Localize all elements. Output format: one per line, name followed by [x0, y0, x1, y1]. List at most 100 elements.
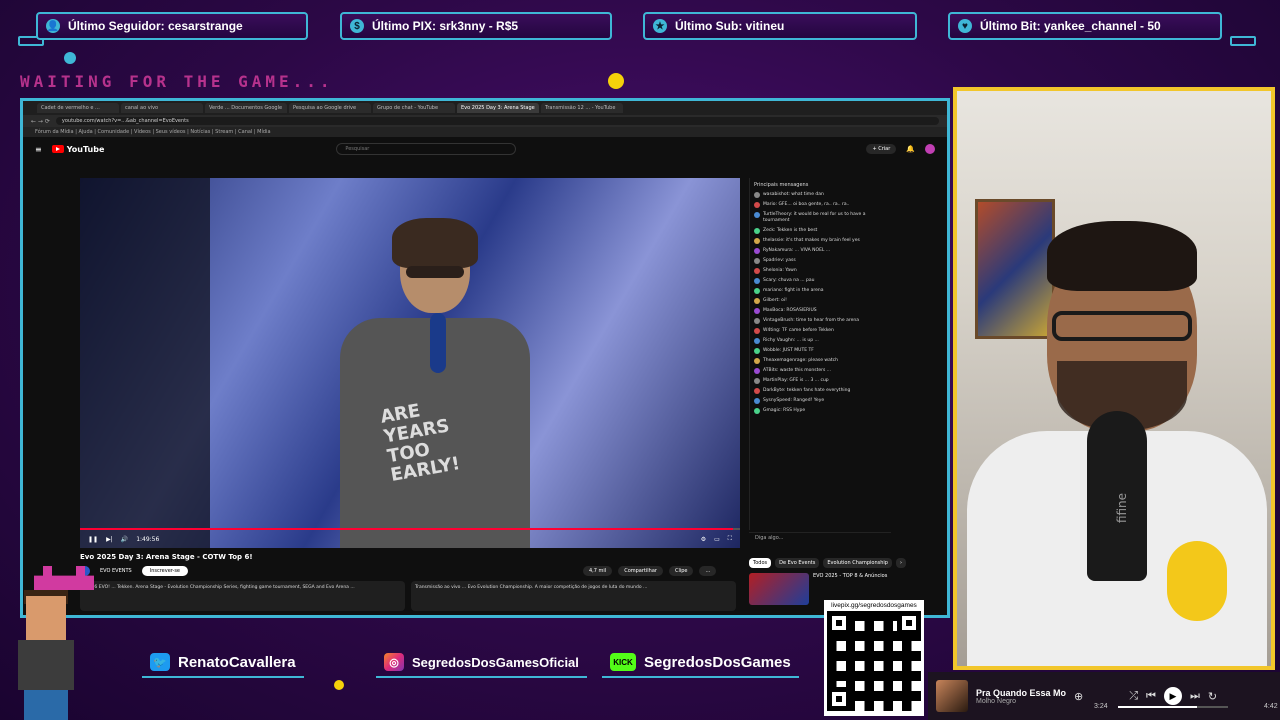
subscribe-button[interactable]: Inscrever-se: [141, 566, 189, 576]
chat-text: Theaxemagenrage: please watch: [763, 357, 838, 363]
chat-avatar: [754, 257, 760, 264]
track-progress[interactable]: [1118, 706, 1228, 708]
video-actions: 4,7 mil Compartilhar Clipe ...: [583, 566, 717, 576]
channel-name[interactable]: EVO EVENTS: [100, 568, 132, 574]
album-art: [936, 680, 968, 712]
channel-row: EVO EVENTS Inscrever-se: [80, 566, 189, 576]
youtube-logo[interactable]: YouTube: [51, 145, 104, 154]
chat-header[interactable]: Principais mensagens: [754, 182, 887, 188]
chat-avatar: [754, 327, 760, 334]
next-icon[interactable]: ⏭: [1190, 690, 1200, 703]
add-icon[interactable]: ⊕: [1074, 690, 1083, 703]
clip-button[interactable]: Clipe: [668, 566, 694, 576]
settings-icon[interactable]: ⚙: [701, 536, 706, 543]
person-icon: 👤: [46, 19, 60, 33]
video-progress[interactable]: [80, 528, 740, 530]
theater-icon[interactable]: ▭: [714, 536, 720, 543]
menu-icon[interactable]: ≡: [35, 145, 42, 154]
like-button[interactable]: 4,7 mil: [583, 566, 613, 576]
chat-text: RyNakamura: ... VIVA NOEL ...: [763, 247, 831, 253]
chat-message: TurtleTheory: it would be real for us to…: [754, 212, 887, 224]
tab-strip: Cadet de vermelho e ... canal ao vivo Ve…: [23, 101, 947, 115]
chat-message: thelassie: it's that makes my brain feel…: [754, 237, 887, 244]
chat-avatar: [754, 277, 760, 284]
chat-avatar: [754, 407, 760, 414]
alert-follower-text: Último Seguidor: cesarstrange: [68, 19, 243, 33]
dollar-icon: $: [350, 19, 364, 33]
yellow-dot-small: [334, 680, 344, 690]
fullscreen-icon[interactable]: ⛶: [728, 535, 732, 543]
heart-icon: ♥: [958, 19, 972, 33]
search-input[interactable]: Pesquisar: [336, 143, 517, 155]
streamer-hair: [1047, 221, 1197, 291]
youtube-header: ≡ YouTube Pesquisar + Criar 🔔: [23, 137, 947, 161]
pixel-body: [18, 640, 74, 690]
social-instagram: ◎ SegredosDosGamesOficial: [376, 648, 587, 678]
chat-message: MartinPlay: GFE is ... 3 ... cup: [754, 377, 887, 384]
chat-text: MartinPlay: GFE is ... 3 ... cup: [763, 377, 829, 383]
chip-championship[interactable]: Evolution Championship: [823, 558, 892, 568]
chat-message: ATBits: waste this monsters ...: [754, 367, 887, 374]
chip-all[interactable]: Todos: [749, 558, 772, 568]
alert-bit-text: Último Bit: yankee_channel - 50: [980, 19, 1161, 33]
bell-icon[interactable]: 🔔: [906, 145, 915, 153]
space-invader-icon: [34, 566, 94, 590]
browser-tab[interactable]: canal ao vivo: [121, 103, 203, 113]
speaker-glasses: [406, 266, 464, 278]
browser-tab[interactable]: Cadet de vermelho e ...: [37, 103, 119, 113]
chat-avatar: [754, 287, 760, 294]
blue-dot: [64, 52, 76, 64]
description-box-2[interactable]: Transmissão ao vivo ... Evo Evolution Ch…: [411, 581, 736, 611]
mic-brand: fifine: [1115, 492, 1130, 524]
chat-avatar: [754, 237, 760, 244]
chat-message: Scary: chuva na ... pau: [754, 277, 887, 284]
chat-message: Gmagic: RSS Hype: [754, 407, 887, 414]
chat-text: ATBits: waste this monsters ...: [763, 367, 832, 373]
social-twitter: 🐦 RenatoCavallera: [142, 648, 304, 678]
next-video-icon[interactable]: ▶|: [106, 536, 113, 543]
youtube-play-icon: [51, 145, 64, 153]
chip-evo[interactable]: De Evo Events: [775, 558, 820, 568]
share-button[interactable]: Compartilhar: [618, 566, 663, 576]
browser-tab[interactable]: Verde ... Documentos Google: [205, 103, 287, 113]
more-button[interactable]: ...: [699, 566, 717, 576]
speaker-hair: [392, 218, 478, 268]
chat-avatar: [754, 347, 760, 354]
waiting-text: WAITING FOR THE GAME...: [20, 72, 334, 91]
browser-tab[interactable]: Grupo de chat - YouTube: [373, 103, 455, 113]
bookmarks-bar[interactable]: Fórum da Mídia | Ajuda | Comunidade | Ví…: [23, 127, 947, 137]
video-player[interactable]: ARE YEARS TOO EARLY!: [80, 178, 740, 548]
nav-arrows-icon[interactable]: ← → ⟳: [31, 118, 50, 125]
volume-icon[interactable]: 🔊: [121, 536, 128, 543]
recommended-thumbnail: [749, 573, 809, 605]
pause-icon[interactable]: ❚❚: [88, 536, 98, 543]
chat-text: Richy Vaughn: ... is up ...: [763, 337, 819, 343]
qr-caption: livepix.gg/segredosdosgames: [831, 602, 917, 609]
shuffle-icon[interactable]: ⤮: [1129, 690, 1138, 703]
pixel-head: [26, 596, 66, 640]
track-info: Pra Quando Essa Mo... Molho Negro: [976, 688, 1066, 705]
chat-avatar: [754, 267, 760, 274]
play-icon[interactable]: ▶: [1163, 687, 1182, 705]
browser-tab[interactable]: Pesquisa ao Google drive: [289, 103, 371, 113]
chat-message: Gilbert: oi!: [754, 297, 887, 304]
alert-pix: $ Último PIX: srk3nny - R$5: [340, 12, 612, 40]
prev-icon[interactable]: ⏮: [1146, 690, 1156, 703]
address-field[interactable]: youtube.com/watch?v=...&ab_channel=EvoEv…: [55, 117, 939, 125]
chat-message: Spadriev: yass: [754, 257, 887, 264]
repeat-icon[interactable]: ↻: [1208, 690, 1217, 703]
alert-sub-text: Último Sub: vitineu: [675, 19, 785, 33]
description-box[interactable]: TOP 6 EVO! ... Tekken. Arena Stage - Evo…: [80, 581, 405, 611]
avatar[interactable]: [925, 144, 935, 154]
chat-text: Shelonia: Yawn: [763, 267, 797, 273]
chat-text: mariano: fight in the arena: [763, 287, 824, 293]
streamer: fifine: [967, 211, 1267, 666]
chip-next[interactable]: ›: [895, 558, 906, 568]
browser-tab-active[interactable]: Evo 2025 Day 3: Arena Stage: [457, 103, 539, 113]
speaker-figure: ARE YEARS TOO EARLY!: [340, 218, 530, 548]
chat-input[interactable]: Diga algo...: [749, 532, 891, 544]
instagram-handle: SegredosDosGamesOficial: [412, 654, 579, 670]
browser-tab[interactable]: Transmissão 12 ... - YouTube: [541, 103, 623, 113]
create-button[interactable]: + Criar: [866, 144, 897, 154]
webcam-feed: fifine: [953, 87, 1275, 670]
